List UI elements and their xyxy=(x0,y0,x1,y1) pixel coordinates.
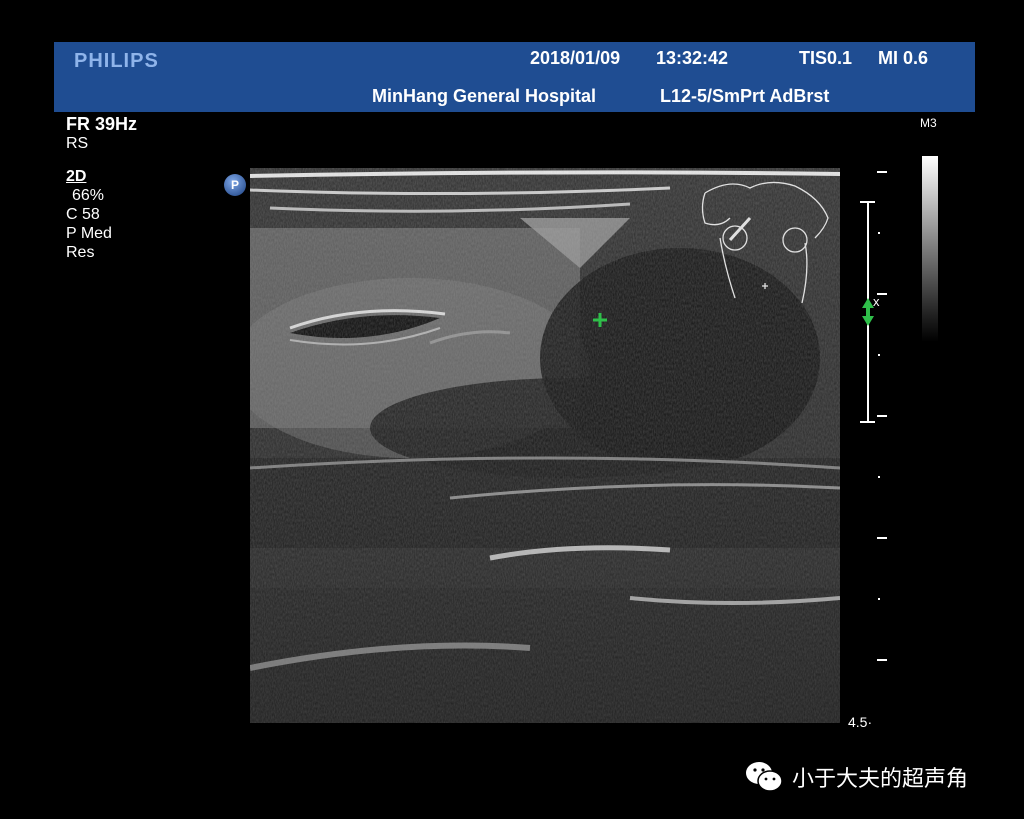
colormap-label: M3 xyxy=(920,116,937,130)
rs-label: RS xyxy=(66,135,89,152)
mode-label: 2D xyxy=(66,168,87,185)
wechat-icon xyxy=(744,760,784,800)
frame-rate: FR 39Hz xyxy=(66,114,138,134)
channel-name: 小于大夫的超声角 xyxy=(792,765,969,791)
gain-value: 66% xyxy=(72,187,105,204)
depth-value: 4.5· xyxy=(848,714,873,730)
res-label: Res xyxy=(66,244,95,261)
compression-value: C 58 xyxy=(66,206,100,223)
hospital-name: MinHang General Hospital xyxy=(372,86,597,106)
imaging-parameters: FR 39Hz RS 2D 66% C 58 P Med Res xyxy=(66,115,137,262)
depth-scale-ticks: x xyxy=(860,171,887,661)
grayscale-bar xyxy=(922,156,938,342)
watermark: 小于大夫的超声角 xyxy=(744,760,968,800)
focus-label: x xyxy=(873,294,880,309)
power-value: P Med xyxy=(66,225,112,242)
mi-value: MI 0.6 xyxy=(878,48,929,68)
probe-preset: L12-5/SmPrt AdBrst xyxy=(660,86,830,106)
exam-date: 2018/01/09 xyxy=(530,48,621,68)
ultrasound-image[interactable] xyxy=(250,168,840,723)
ultrasound-render xyxy=(250,168,840,723)
brand-logo: PHILIPS xyxy=(74,50,159,72)
info-banner: PHILIPS 2018/01/09 13:32:42 TIS0.1 MI 0.… xyxy=(54,42,975,112)
depth-scale: x xyxy=(840,168,910,738)
exam-time: 13:32:42 xyxy=(656,48,729,68)
p-marker-icon: P xyxy=(224,174,246,196)
tis-value: TIS0.1 xyxy=(799,48,853,68)
